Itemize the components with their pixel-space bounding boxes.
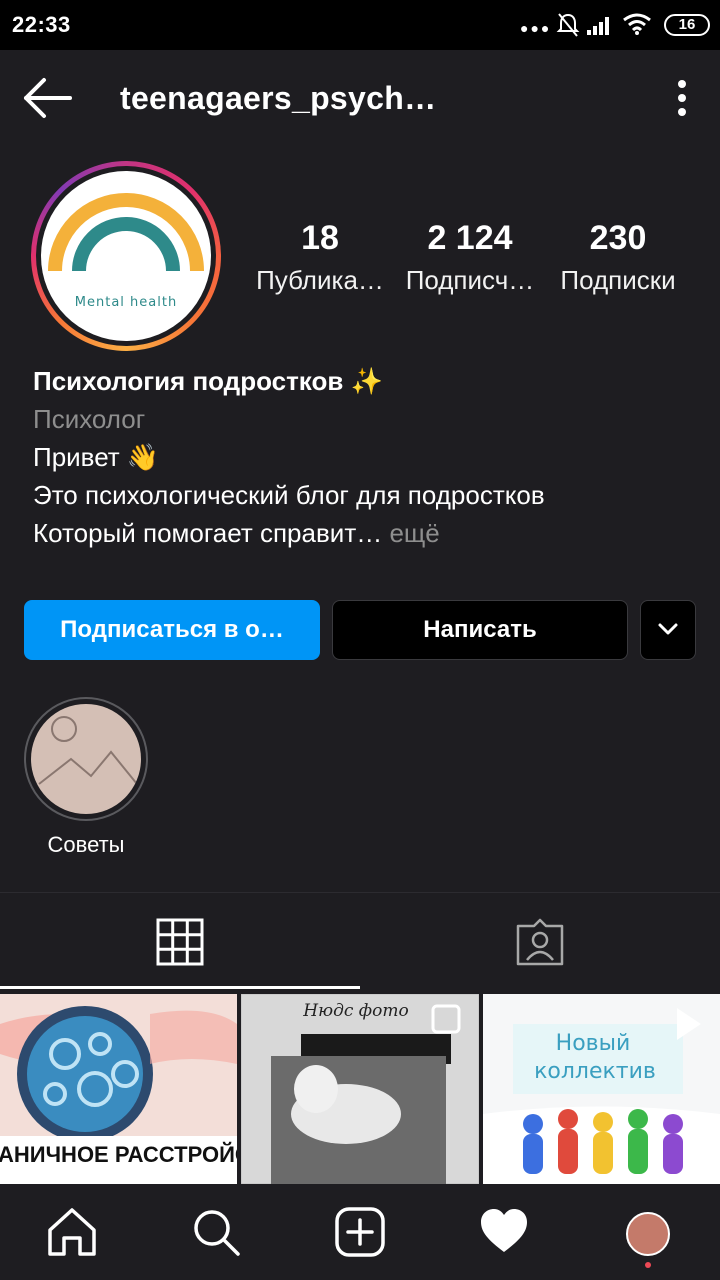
profile-display-name: Психология подростков ✨ bbox=[33, 366, 383, 396]
post-caption: Новый bbox=[556, 1031, 631, 1056]
status-time: 22:33 bbox=[12, 12, 71, 37]
bio-line-truncated: Который помогает справит… ещё bbox=[33, 514, 693, 552]
status-bar: 22:33 ●●● 16 bbox=[0, 0, 720, 50]
posts-count: 18 bbox=[301, 219, 339, 257]
avatar-caption: Mental health bbox=[74, 295, 178, 310]
post-caption: ПОГРАНИЧНОЕ РАССТРОЙСТВО bbox=[0, 1142, 237, 1167]
grid-tab-icon[interactable] bbox=[150, 912, 210, 972]
profile-username: teenagaers_psych… bbox=[120, 80, 437, 116]
chevron-down-icon bbox=[658, 623, 677, 635]
bio-line: Который помогает справит… bbox=[33, 518, 383, 548]
post-thumbnail[interactable]: Нюдс фото bbox=[241, 994, 479, 1184]
profile-bio: Психология подростков ✨ Психолог Привет … bbox=[33, 362, 693, 552]
follow-button[interactable]: Подписаться в о… bbox=[24, 600, 320, 660]
post-caption: Нюдс фото bbox=[302, 1001, 408, 1021]
stat-following[interactable]: 230 Подписки bbox=[550, 216, 686, 300]
profile-category: Психолог bbox=[33, 404, 146, 434]
notification-dots-icon: ●●● bbox=[520, 20, 552, 36]
post-caption: коллектив bbox=[534, 1059, 656, 1084]
posts-label: Публика… bbox=[256, 265, 384, 295]
profile-header: teenagaers_psych… bbox=[0, 50, 720, 146]
bio-line: Привет 👋 bbox=[33, 442, 160, 472]
followers-label: Подписч… bbox=[405, 265, 535, 295]
tagged-tab-icon[interactable] bbox=[510, 912, 570, 972]
active-tab-indicator bbox=[0, 986, 360, 989]
back-arrow-icon[interactable] bbox=[22, 76, 74, 120]
post-thumbnail[interactable]: Новый коллектив bbox=[483, 994, 720, 1184]
activity-heart-icon[interactable] bbox=[478, 1206, 530, 1258]
message-button[interactable]: Написать bbox=[332, 600, 628, 660]
notification-dot bbox=[645, 1262, 651, 1268]
post-image: Новый коллектив bbox=[483, 994, 720, 1184]
rainbow-logo-icon bbox=[48, 193, 204, 272]
signal-icon bbox=[587, 17, 609, 35]
bio-line: Это психологический блог для подростков bbox=[33, 480, 545, 510]
home-icon[interactable] bbox=[46, 1206, 98, 1258]
following-count: 230 bbox=[589, 219, 647, 257]
bio-more-link[interactable]: ещё bbox=[382, 518, 439, 548]
bell-muted-icon bbox=[556, 13, 580, 37]
profile-avatar[interactable]: Mental health bbox=[31, 161, 221, 351]
stat-posts[interactable]: 18 Публика… bbox=[250, 216, 390, 300]
battery-indicator: 16 bbox=[664, 14, 710, 36]
avatar-image: Mental health bbox=[41, 171, 211, 341]
highlight-cover bbox=[31, 704, 141, 814]
story-highlight[interactable] bbox=[24, 697, 148, 821]
highlight-label: Советы bbox=[47, 832, 125, 857]
profile-avatar-nav[interactable] bbox=[626, 1212, 670, 1256]
post-image: Нюдс фото bbox=[241, 994, 479, 1184]
following-label: Подписки bbox=[560, 265, 676, 295]
search-icon[interactable] bbox=[190, 1206, 242, 1258]
stat-followers[interactable]: 2 124 Подписч… bbox=[398, 216, 542, 300]
suggested-accounts-button[interactable] bbox=[640, 600, 696, 660]
followers-count: 2 124 bbox=[427, 219, 513, 257]
post-thumbnail[interactable]: ПОГРАНИЧНОЕ РАССТРОЙСТВО bbox=[0, 994, 237, 1184]
tabs-divider bbox=[0, 892, 720, 893]
post-image: ПОГРАНИЧНОЕ РАССТРОЙСТВО bbox=[0, 994, 237, 1184]
more-options-icon[interactable] bbox=[666, 78, 698, 118]
bottom-navigation bbox=[0, 1184, 720, 1280]
image-placeholder-icon bbox=[38, 716, 138, 785]
new-post-icon[interactable] bbox=[334, 1206, 386, 1258]
wifi-icon bbox=[623, 13, 651, 35]
